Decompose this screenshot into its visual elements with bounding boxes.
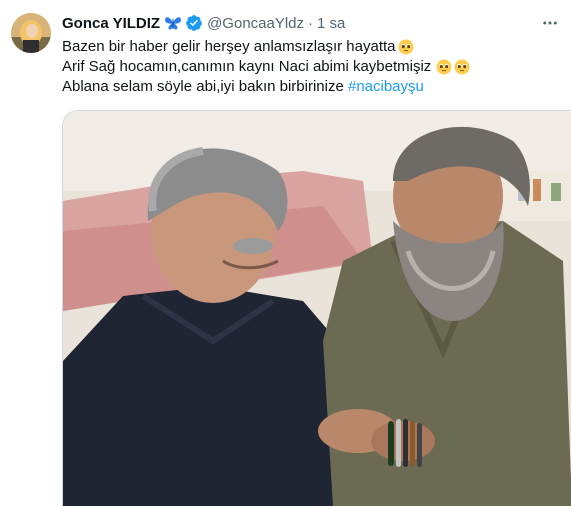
tweet-text-line-1: Bazen bir haber gelir herşey anlamsızlaş… [62,37,562,57]
photo-illustration [63,111,571,506]
header-separator: · [308,14,314,32]
author-handle[interactable]: @GoncaaYldz [207,15,304,32]
pleading-face-emoji [454,59,470,75]
tweet-header: Gonca YILDIZ @GoncaaYldz · 1 sa [62,13,345,33]
tweet-text-line-3: Ablana selam söyle abi,iyi bakın birbiri… [62,77,562,97]
pleading-face-emoji [398,39,414,55]
butterfly-icon [164,15,182,31]
more-options-icon[interactable] [539,14,561,32]
tweet-photo[interactable] [62,110,571,506]
tweet-line-3-text: Ablana selam söyle abi,iyi bakın birbiri… [62,78,348,95]
tweet: Gonca YILDIZ @GoncaaYldz · 1 sa Bazen bi… [0,0,571,506]
tweet-line-1-text: Bazen bir haber gelir herşey anlamsızlaş… [62,38,396,55]
verified-badge-icon [185,14,203,32]
pleading-face-emoji [436,59,452,75]
hashtag-link[interactable]: #nacibayşu [348,77,424,97]
tweet-text-line-2: Arif Sağ hocamın,canımın kaynı Naci abim… [62,57,562,77]
author-avatar[interactable] [11,13,51,53]
tweet-text: Bazen bir haber gelir herşey anlamsızlaş… [62,37,562,97]
author-name[interactable]: Gonca YILDIZ [62,15,160,32]
tweet-line-2-text: Arif Sağ hocamın,canımın kaynı Naci abim… [62,58,432,75]
tweet-timestamp[interactable]: 1 sa [317,15,345,32]
